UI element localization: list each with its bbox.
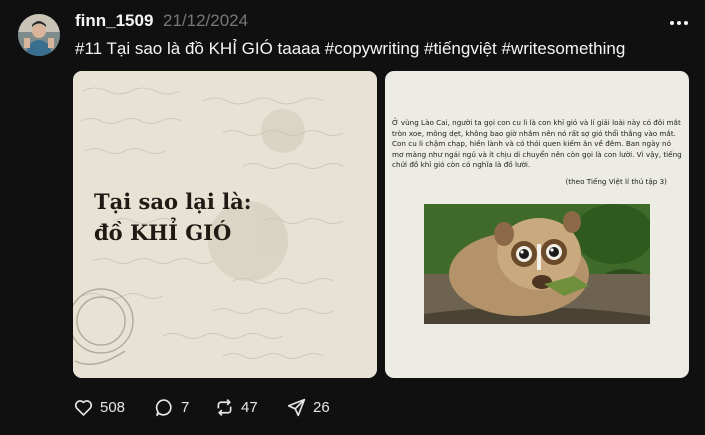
more-icon[interactable] (668, 13, 690, 33)
share-count: 26 (313, 398, 330, 416)
carousel-slide-2[interactable]: Ở vùng Lào Cai, người ta gọi con cu li l… (385, 71, 689, 378)
avatar[interactable] (18, 14, 60, 56)
heart-icon (74, 399, 93, 416)
story-source: (theo Tiếng Việt lí thú tập 3) (565, 177, 668, 186)
comment-button[interactable]: 7 (154, 396, 189, 418)
slide-title-line-1: Tại sao lại là: (94, 189, 252, 214)
post-caption: #11 Tại sao là đồ KHỈ GIÓ taaaa #copywri… (75, 39, 626, 58)
share-button[interactable]: 26 (286, 396, 330, 418)
comment-count: 7 (181, 398, 190, 416)
repost-button[interactable]: 47 (214, 396, 258, 418)
slide-title: Tại sao lại là: đồ KHỈ GIÓ (94, 186, 251, 248)
like-button[interactable]: 508 (73, 396, 125, 418)
story-text: Ở vùng Lào Cai, người ta gọi con cu li l… (392, 118, 682, 169)
thread-post: finn_1509 21/12/2024 #11 Tại sao là đồ K… (0, 0, 705, 435)
avatar-image (18, 14, 60, 56)
repost-count: 47 (241, 398, 258, 416)
carousel-slide-1[interactable]: Tại sao lại là: đồ KHỈ GIÓ (73, 71, 377, 378)
comment-icon (155, 398, 172, 416)
username[interactable]: finn_1509 (75, 11, 153, 31)
repost-icon (217, 398, 232, 416)
like-count: 508 (100, 398, 126, 416)
slow-loris-photo (424, 204, 650, 324)
send-icon (287, 398, 306, 416)
post-date: 21/12/2024 (163, 11, 249, 30)
slide-title-line-2: đồ KHỈ GIÓ (94, 220, 232, 245)
